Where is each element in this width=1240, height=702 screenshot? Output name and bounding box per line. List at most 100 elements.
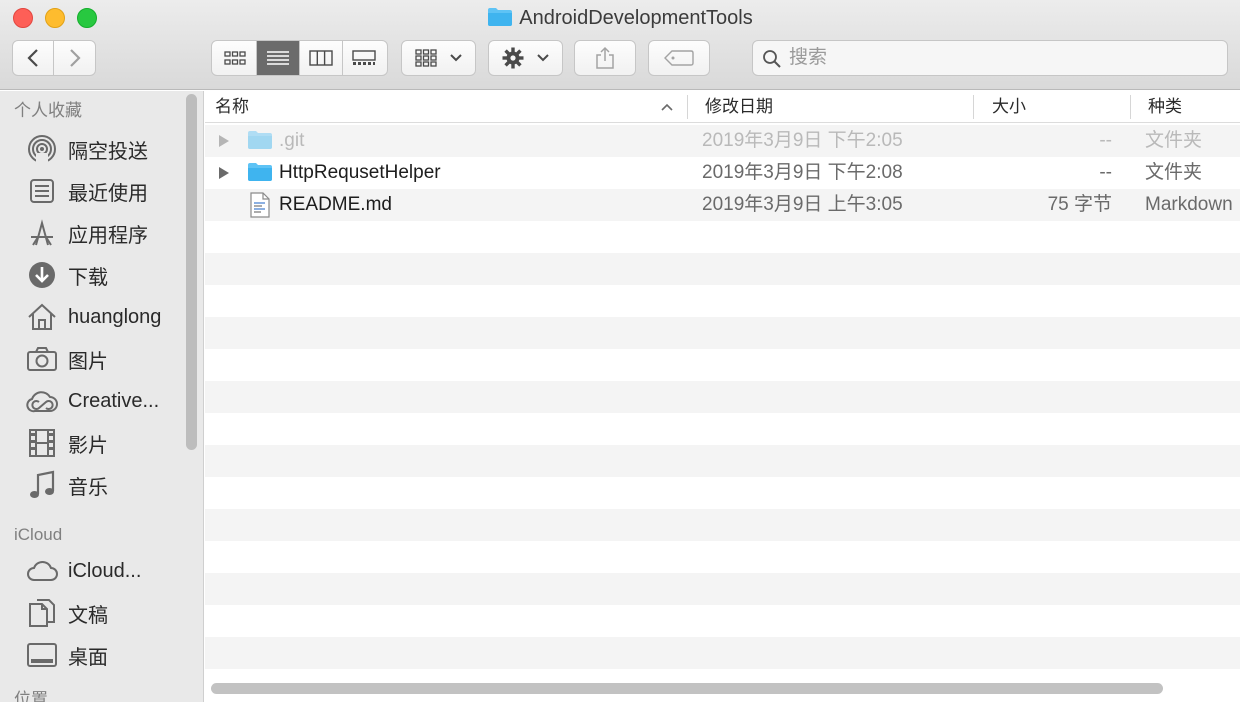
share-icon <box>596 46 614 69</box>
sidebar-item-label: 影片 <box>68 434 108 457</box>
horizontal-scrollbar[interactable] <box>211 683 1163 694</box>
recents-icon <box>26 175 58 207</box>
folder-icon <box>487 7 513 34</box>
sidebar-item-downloads[interactable]: 下载 <box>26 259 186 291</box>
chevron-left-icon <box>27 49 38 67</box>
column-size-header[interactable]: 大小 <box>992 91 1026 123</box>
desktop-icon <box>26 639 58 671</box>
column-kind-header[interactable]: 种类 <box>1148 91 1182 123</box>
file-kind: 文件夹 <box>1145 162 1203 183</box>
search-field[interactable] <box>752 40 1228 76</box>
chevron-down-icon <box>536 54 549 62</box>
sidebar-item-home[interactable]: huanglong <box>26 301 186 333</box>
sidebar-item-label: 文稿 <box>68 604 108 627</box>
forward-button[interactable] <box>54 41 95 75</box>
file-date: 2019年3月9日 上午3:05 <box>702 194 903 215</box>
home-icon <box>26 301 58 333</box>
sidebar-item-applications[interactable]: 应用程序 <box>26 217 186 249</box>
columns-icon <box>308 50 333 66</box>
share-button[interactable] <box>574 40 636 76</box>
sidebar-item-label: 桌面 <box>68 646 108 669</box>
file-kind: 文件夹 <box>1145 130 1203 151</box>
empty-row <box>205 221 1240 253</box>
sidebar-item-creative-cloud[interactable]: Creative... <box>26 385 186 417</box>
downloads-icon <box>26 259 58 291</box>
window-title: AndroidDevelopmentTools <box>0 5 1240 31</box>
sidebar-item-label: 最近使用 <box>68 182 148 205</box>
table-row[interactable]: HttpRequsetHelper 2019年3月9日 下午2:08 -- 文件… <box>205 157 1240 189</box>
icon-grid-icon <box>223 51 246 65</box>
disclosure-triangle-icon[interactable] <box>217 133 231 149</box>
empty-row <box>205 253 1240 285</box>
sidebar-heading-icloud: iCloud <box>14 525 63 544</box>
empty-row <box>205 605 1240 637</box>
chevron-down-icon <box>449 54 462 62</box>
camera-icon <box>26 343 58 375</box>
empty-row <box>205 573 1240 605</box>
documents-icon <box>26 597 58 629</box>
file-size: -- <box>1099 162 1112 183</box>
sidebar-item-label: Creative... <box>68 389 160 412</box>
column-name-header[interactable]: 名称 <box>215 91 249 123</box>
sidebar-item-label: 下载 <box>68 266 108 289</box>
sidebar-item-desktop[interactable]: 桌面 <box>26 639 186 671</box>
empty-row <box>205 477 1240 509</box>
icon-view-button[interactable] <box>214 41 257 75</box>
empty-row <box>205 445 1240 477</box>
group-by-button[interactable] <box>401 40 476 76</box>
sidebar-item-airdrop[interactable]: 隔空投送 <box>26 133 186 165</box>
column-view-button[interactable] <box>300 41 343 75</box>
film-icon <box>26 427 58 459</box>
file-rows: .git 2019年3月9日 下午2:05 -- 文件夹 HttpRequset… <box>205 125 1240 701</box>
sidebar-item-label: 应用程序 <box>68 224 148 247</box>
empty-row <box>205 541 1240 573</box>
empty-row <box>205 349 1240 381</box>
table-row[interactable]: .git 2019年3月9日 下午2:05 -- 文件夹 <box>205 125 1240 157</box>
gallery-icon <box>352 50 376 65</box>
search-icon <box>763 50 781 68</box>
column-date-header[interactable]: 修改日期 <box>705 91 773 123</box>
sidebar-item-label: iCloud... <box>68 559 142 582</box>
empty-row <box>205 413 1240 445</box>
view-mode-control <box>211 40 388 76</box>
file-date: 2019年3月9日 下午2:05 <box>702 130 903 151</box>
document-icon <box>250 192 270 218</box>
sidebar-heading-locations: 位置 <box>14 690 48 702</box>
table-row[interactable]: README.md 2019年3月9日 上午3:05 75 字节 Markdow… <box>205 189 1240 221</box>
sidebar-item-pictures[interactable]: 图片 <box>26 343 186 375</box>
sidebar: 个人收藏 隔空投送 最近使用 应用程序 下载 huanglong 图片 Crea… <box>0 91 204 702</box>
tag-button[interactable] <box>648 40 710 76</box>
sidebar-item-icloud-drive[interactable]: iCloud... <box>26 555 186 587</box>
sidebar-item-label: 隔空投送 <box>68 140 148 163</box>
empty-row <box>205 509 1240 541</box>
file-size: -- <box>1099 130 1112 151</box>
disclosure-triangle-icon[interactable] <box>217 165 231 181</box>
group-by-icon <box>414 49 437 67</box>
file-size: 75 字节 <box>1047 194 1112 215</box>
sidebar-item-recents[interactable]: 最近使用 <box>26 175 186 207</box>
sidebar-item-label: huanglong <box>68 305 162 328</box>
back-button[interactable] <box>13 41 54 75</box>
action-menu-button[interactable] <box>488 40 563 76</box>
sidebar-item-label: 图片 <box>68 350 108 373</box>
sidebar-item-music[interactable]: 音乐 <box>26 469 186 501</box>
window-title-text: AndroidDevelopmentTools <box>519 7 753 29</box>
sidebar-heading-favorites: 个人收藏 <box>14 101 82 120</box>
list-view-button[interactable] <box>256 41 300 75</box>
sidebar-item-documents[interactable]: 文稿 <box>26 597 186 629</box>
sidebar-item-movies[interactable]: 影片 <box>26 427 186 459</box>
chevron-right-icon <box>69 49 81 67</box>
icloud-icon <box>26 555 58 587</box>
folder-icon <box>248 131 272 149</box>
search-input[interactable] <box>789 45 1219 71</box>
gear-icon <box>502 47 523 69</box>
file-date: 2019年3月9日 下午2:08 <box>702 162 903 183</box>
sidebar-scrollbar[interactable] <box>186 94 197 450</box>
file-name: README.md <box>279 194 392 215</box>
navigation-buttons <box>12 40 96 76</box>
folder-icon <box>248 163 272 181</box>
gallery-view-button[interactable] <box>343 41 386 75</box>
file-name: .git <box>279 130 305 151</box>
file-list: 名称 修改日期 大小 种类 .git 2019年3月9日 下午2:05 -- 文… <box>205 91 1240 702</box>
column-header: 名称 修改日期 大小 种类 <box>205 91 1240 123</box>
